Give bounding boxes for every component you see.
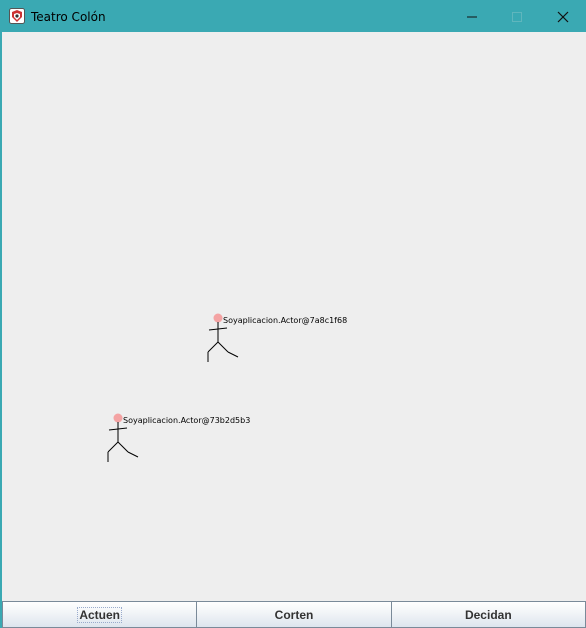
corten-button[interactable]: Corten xyxy=(197,601,392,628)
actor-head xyxy=(113,413,123,423)
stage-panel: Soyaplicacion.Actor@7a8c1f68 Soyaplicaci… xyxy=(2,32,586,600)
title-bar[interactable]: Teatro Colón xyxy=(1,1,586,32)
actor-figure: Soyaplicacion.Actor@7a8c1f68 xyxy=(207,313,347,362)
maximize-icon xyxy=(512,11,522,22)
corten-button-label: Corten xyxy=(274,607,314,622)
actuen-button-label: Actuen xyxy=(77,606,122,623)
actor-figure: Soyaplicacion.Actor@73b2d5b3 xyxy=(107,413,250,462)
button-bar: Actuen Corten Decidan xyxy=(2,600,586,628)
close-icon xyxy=(557,11,569,22)
actor-head xyxy=(213,313,223,323)
actor-label: Soyaplicacion.Actor@7a8c1f68 xyxy=(223,316,347,325)
minimize-icon xyxy=(467,16,477,17)
decidan-button[interactable]: Decidan xyxy=(391,601,586,628)
decidan-button-label: Decidan xyxy=(464,607,512,622)
actuen-button[interactable]: Actuen xyxy=(2,601,198,628)
app-window: Teatro Colón Soyaplicacion.Actor@7a8c1f6… xyxy=(0,0,586,628)
stage-canvas: Soyaplicacion.Actor@7a8c1f68 Soyaplicaci… xyxy=(107,313,347,462)
minimize-button[interactable] xyxy=(449,1,495,32)
java-app-icon xyxy=(9,8,25,24)
maximize-button[interactable] xyxy=(494,1,540,32)
actor-label: Soyaplicacion.Actor@73b2d5b3 xyxy=(123,416,250,425)
window-title: Teatro Colón xyxy=(31,10,106,24)
close-button[interactable] xyxy=(540,1,586,32)
